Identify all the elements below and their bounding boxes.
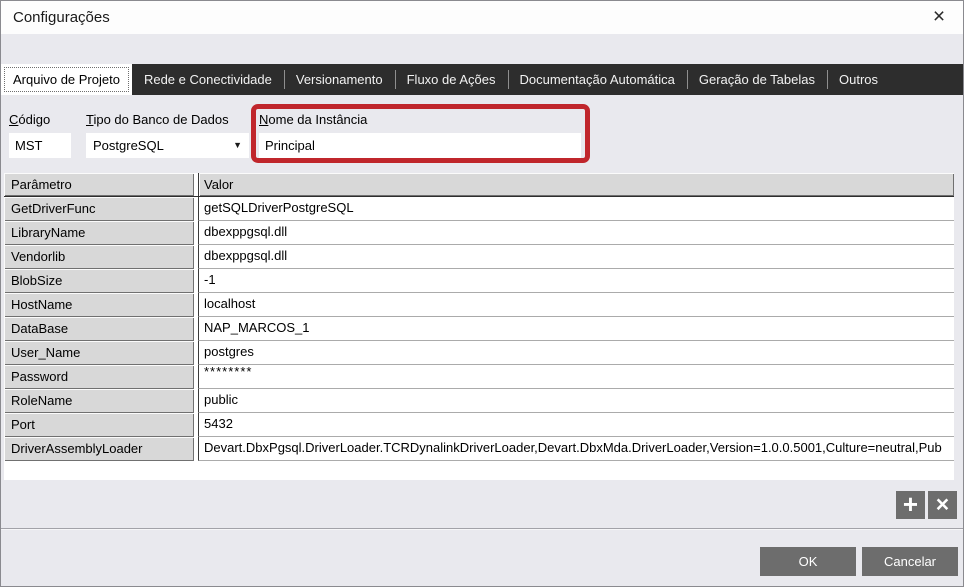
value-cell[interactable]: public (198, 389, 954, 413)
table-row: Password ******** (4, 365, 954, 389)
value-cell[interactable]: Devart.DbxPgsql.DriverLoader.TCRDynalink… (198, 437, 954, 461)
param-cell: RoleName (4, 389, 194, 413)
table-row: RoleName public (4, 389, 954, 413)
param-cell: DataBase (4, 317, 194, 341)
parameters-grid: Parâmetro Valor GetDriverFunc getSQLDriv… (4, 173, 954, 480)
param-cell: BlobSize (4, 269, 194, 293)
window-title: Configurações (13, 1, 110, 34)
value-column-header: Valor (198, 173, 954, 196)
param-cell: Vendorlib (4, 245, 194, 269)
value-cell[interactable]: dbexppgsql.dll (198, 245, 954, 269)
cancel-button[interactable]: Cancelar (862, 547, 958, 576)
table-row: Port 5432 (4, 413, 954, 437)
tab-fluxo-de-acoes[interactable]: Fluxo de Ações (395, 64, 508, 95)
value-cell[interactable]: -1 (198, 269, 954, 293)
table-row: HostName localhost (4, 293, 954, 317)
tipo-banco-selected-value: PostgreSQL (93, 133, 164, 158)
table-row: BlobSize -1 (4, 269, 954, 293)
add-row-button[interactable]: + (896, 491, 925, 519)
tab-outros[interactable]: Outros (827, 64, 890, 95)
nome-instancia-label: Nome da Instância (259, 112, 367, 127)
settings-dialog: Configurações × Arquivo de Projeto Rede … (0, 0, 964, 587)
table-row: DataBase NAP_MARCOS_1 (4, 317, 954, 341)
table-row: LibraryName dbexppgsql.dll (4, 221, 954, 245)
title-bar: Configurações × (1, 1, 963, 34)
param-column-header: Parâmetro (4, 173, 194, 196)
value-cell[interactable]: getSQLDriverPostgreSQL (198, 197, 954, 221)
value-cell[interactable]: dbexppgsql.dll (198, 221, 954, 245)
value-cell[interactable]: NAP_MARCOS_1 (198, 317, 954, 341)
param-cell: DriverAssemblyLoader (4, 437, 194, 461)
tab-documentacao-automatica[interactable]: Documentação Automática (508, 64, 687, 95)
value-cell[interactable]: postgres (198, 341, 954, 365)
close-icon[interactable]: × (923, 1, 955, 34)
value-cell-password[interactable]: ******** (198, 365, 954, 389)
tab-bar: Arquivo de Projeto Rede e Conectividade … (1, 64, 963, 95)
param-cell: User_Name (4, 341, 194, 365)
ok-button[interactable]: OK (760, 547, 856, 576)
tab-arquivo-de-projeto[interactable]: Arquivo de Projeto (1, 64, 132, 95)
tipo-banco-label: Tipo do Banco de Dados (86, 112, 229, 127)
codigo-input[interactable] (9, 133, 71, 158)
value-cell[interactable]: 5432 (198, 413, 954, 437)
chevron-down-icon[interactable]: ▼ (233, 133, 242, 158)
param-cell: Password (4, 365, 194, 389)
value-cell[interactable]: localhost (198, 293, 954, 317)
delete-row-button[interactable]: × (928, 491, 957, 519)
table-row: GetDriverFunc getSQLDriverPostgreSQL (4, 197, 954, 221)
codigo-label: Código (9, 112, 50, 127)
tab-versionamento[interactable]: Versionamento (284, 64, 395, 95)
param-cell: Port (4, 413, 194, 437)
param-cell: GetDriverFunc (4, 197, 194, 221)
grid-header-row: Parâmetro Valor (4, 173, 954, 197)
param-cell: HostName (4, 293, 194, 317)
tipo-banco-dropdown[interactable]: PostgreSQL ▼ (86, 133, 249, 158)
table-row: DriverAssemblyLoader Devart.DbxPgsql.Dri… (4, 437, 954, 461)
footer-divider (1, 528, 963, 530)
table-row: Vendorlib dbexppgsql.dll (4, 245, 954, 269)
x-icon: × (936, 491, 949, 517)
table-row: User_Name postgres (4, 341, 954, 365)
tab-rede-e-conectividade[interactable]: Rede e Conectividade (132, 64, 284, 95)
plus-icon: + (903, 489, 918, 519)
nome-instancia-input[interactable] (259, 133, 581, 158)
param-cell: LibraryName (4, 221, 194, 245)
tab-geracao-de-tabelas[interactable]: Geração de Tabelas (687, 64, 827, 95)
